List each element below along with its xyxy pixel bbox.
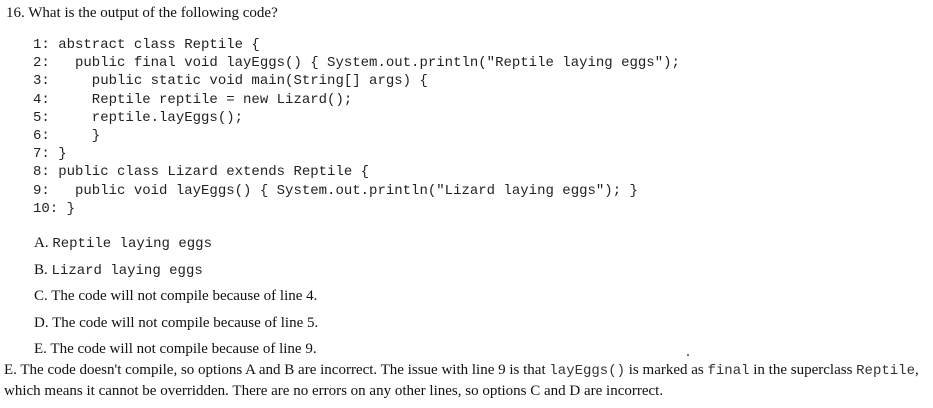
answer-text-2: is marked as xyxy=(625,362,708,378)
code-line: 6: } xyxy=(33,127,101,144)
answer-text-3: in the superclass xyxy=(749,362,857,378)
code-line: 3: public static void main(String[] args… xyxy=(33,73,428,90)
option-b: B. Lizard laying eggs xyxy=(34,260,318,287)
option-d: D. The code will not compile because of … xyxy=(34,313,318,340)
question-text: 16. What is the output of the following … xyxy=(6,5,278,21)
answer-text-1: E. The code doesn't compile, so options … xyxy=(4,362,550,378)
code-block: 1: abstract class Reptile { 2: public fin… xyxy=(33,36,680,218)
option-letter: C. xyxy=(34,288,48,304)
option-c: C. The code will not compile because of … xyxy=(34,286,318,313)
code-line: 8: public class Lizard extends Reptile { xyxy=(33,164,370,181)
option-text: Reptile laying eggs xyxy=(52,236,212,252)
stray-dot-mark xyxy=(687,354,689,356)
answer-code-1: layEggs() xyxy=(549,363,626,379)
code-line: 4: Reptile reptile = new Lizard(); xyxy=(33,91,353,108)
option-letter: E. xyxy=(34,341,47,357)
option-text: The code will not compile because of lin… xyxy=(52,314,319,331)
option-a: A. Reptile laying eggs xyxy=(34,233,318,260)
option-letter: D. xyxy=(34,314,49,331)
answer-code-2: final xyxy=(707,363,750,379)
option-text: Lizard laying eggs xyxy=(51,262,203,279)
answer-options: A. Reptile laying eggs B. Lizard laying … xyxy=(34,233,318,366)
answer-code-3: Reptile xyxy=(856,363,915,379)
code-line: 10: } xyxy=(33,200,76,217)
answer-explanation: E. The code doesn't compile, so options … xyxy=(4,361,932,401)
option-letter: A. xyxy=(34,235,49,251)
code-line: 2: public final void layEggs() { System.… xyxy=(33,55,680,72)
code-line: 5: reptile.layEggs(); xyxy=(33,109,244,126)
option-text: The code will not compile because of lin… xyxy=(51,288,318,304)
code-line: 7: } xyxy=(33,146,67,163)
option-letter: B. xyxy=(34,261,48,278)
code-line: 9: public void layEggs() { System.out.pr… xyxy=(33,182,638,199)
code-line: 1: abstract class Reptile { xyxy=(33,37,260,53)
document-page: 16. What is the output of the following … xyxy=(0,0,933,408)
option-text: The code will not compile because of lin… xyxy=(50,341,317,357)
